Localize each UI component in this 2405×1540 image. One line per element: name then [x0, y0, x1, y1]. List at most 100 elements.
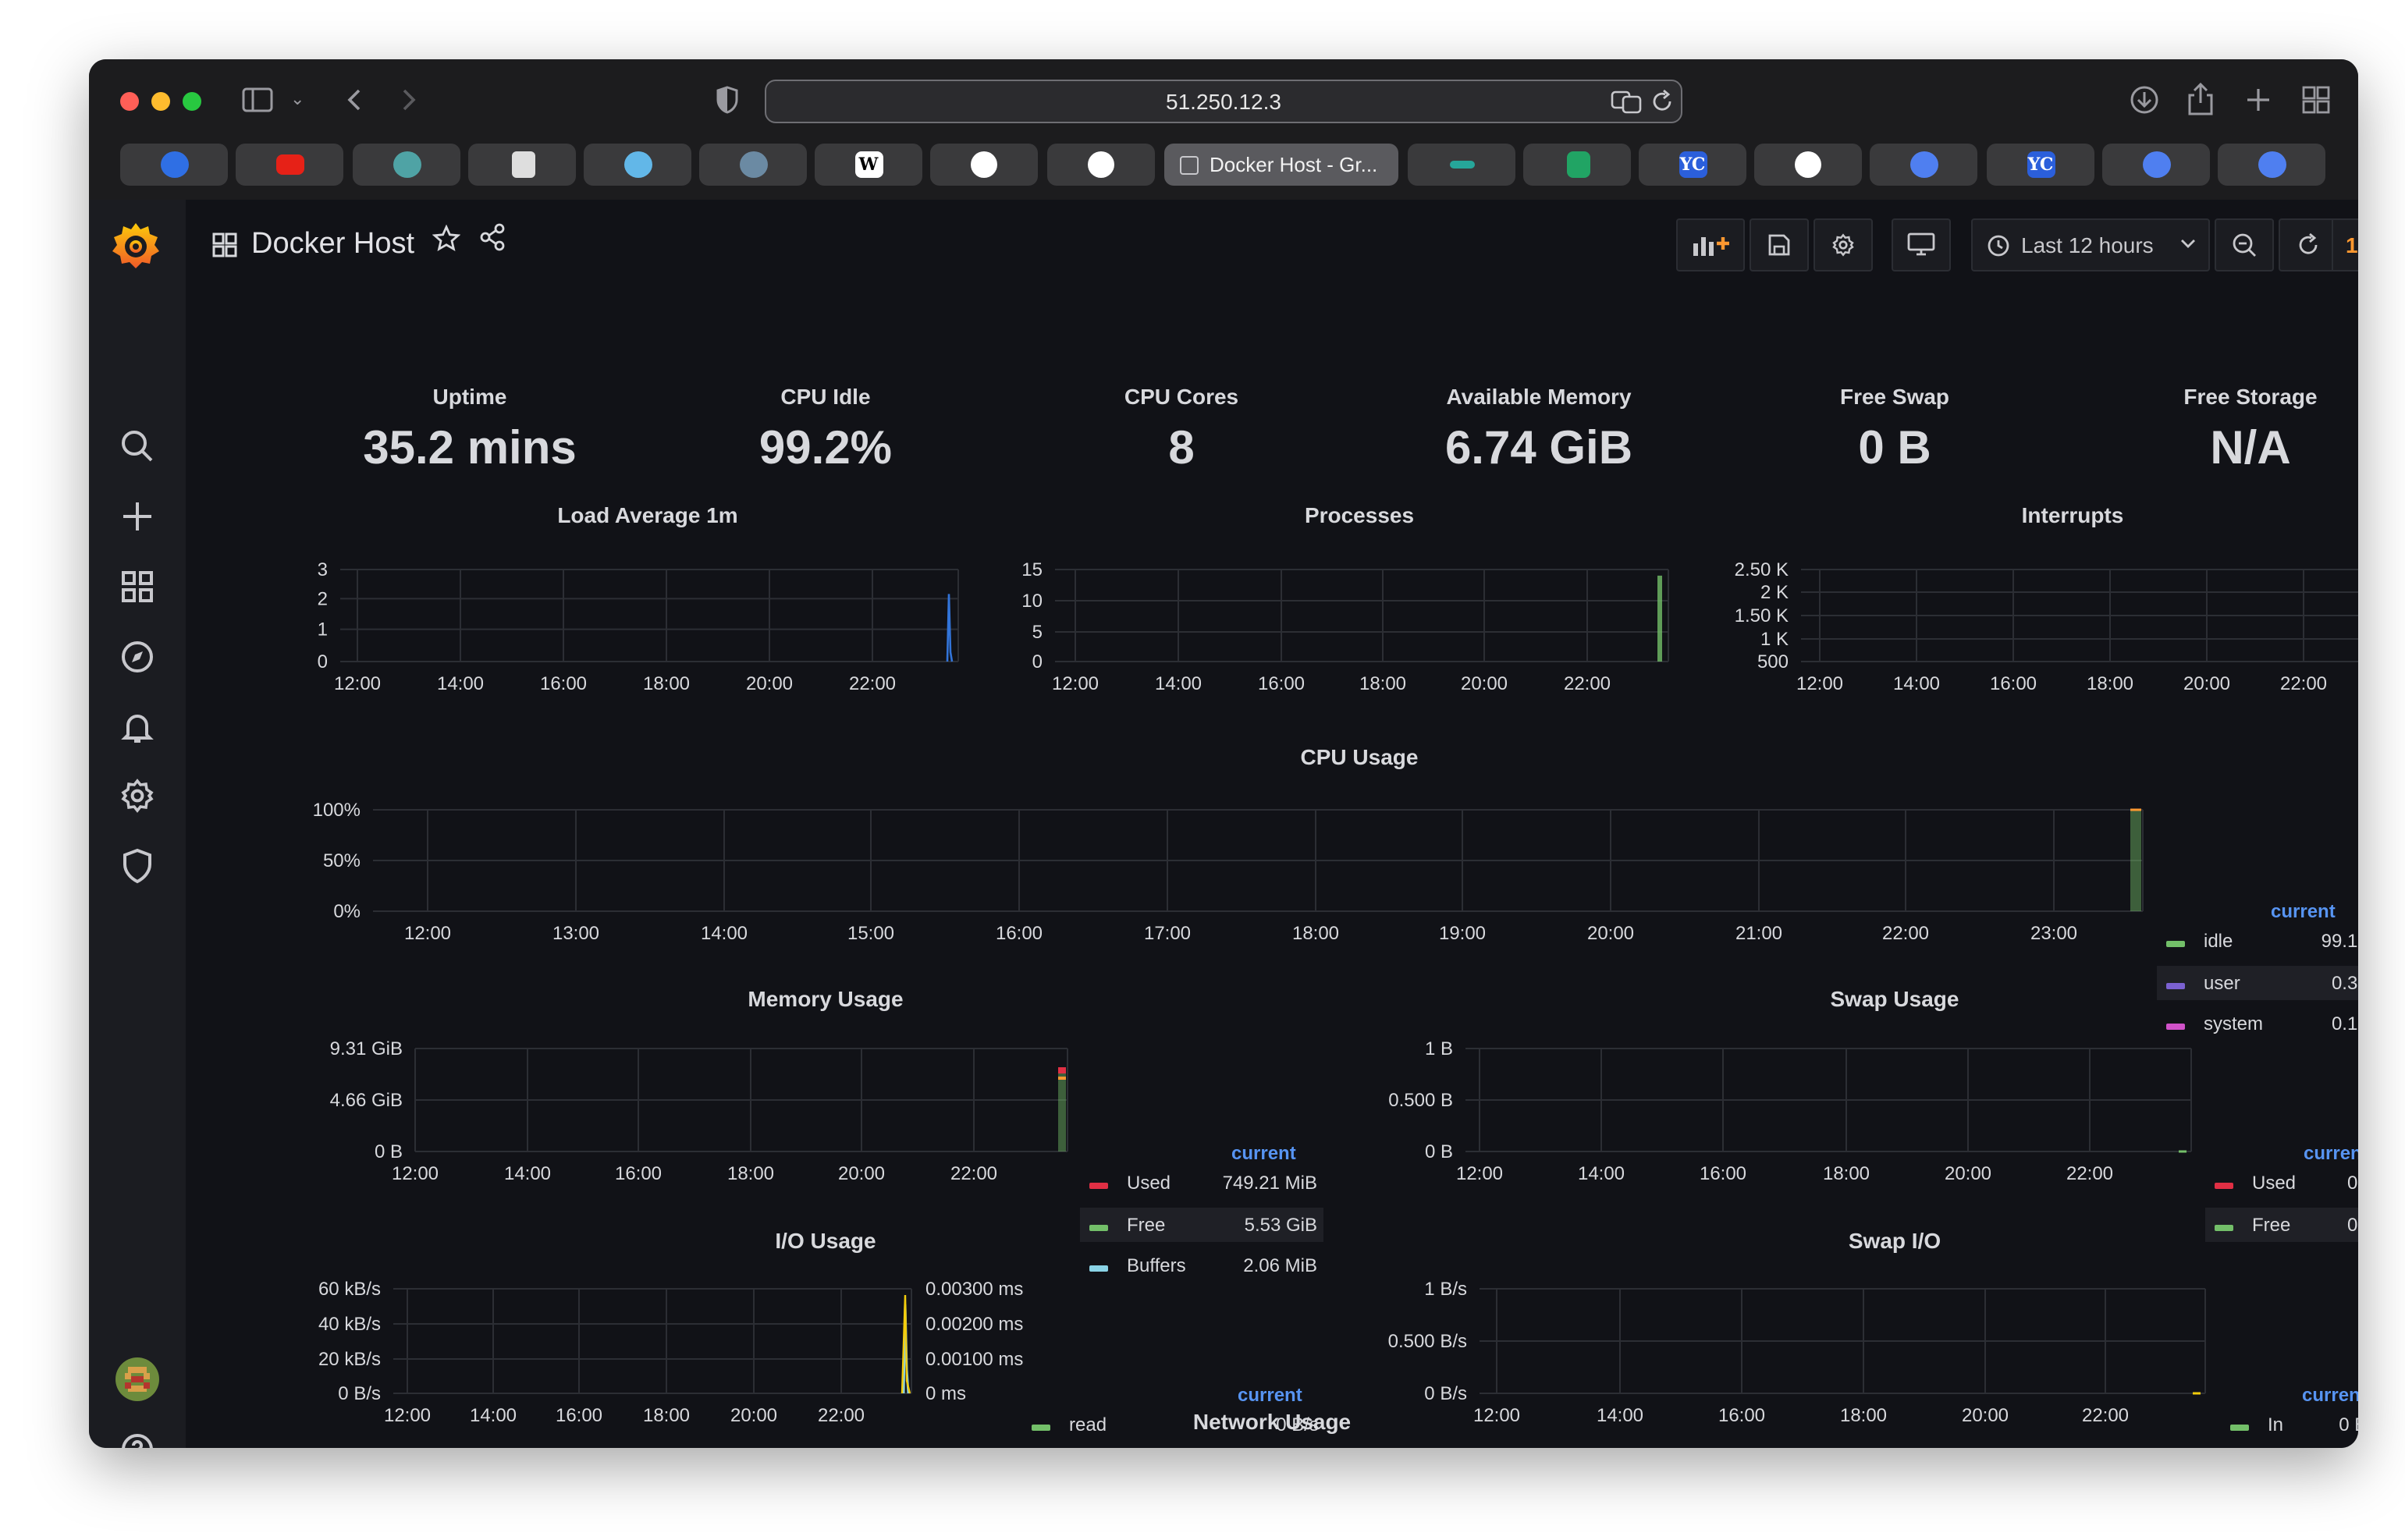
y-tick-label: 0.500 B/s	[1388, 1331, 1467, 1352]
legend-swatch	[2166, 1024, 2185, 1030]
help-icon[interactable]	[119, 1431, 156, 1448]
x-tick-label: 18:00	[1823, 1163, 1870, 1184]
legend-item-system[interactable]: system 0.18%	[2157, 1006, 2358, 1041]
chart-4: 9.31 GiB 4.66 GiB 0 B12:00 14:00 16:00 18:00 2…	[330, 1038, 1068, 1184]
y-tick-label: 0 B	[375, 1141, 403, 1162]
legend-swatch	[2166, 941, 2185, 947]
x-tick-label: 22:00	[950, 1163, 997, 1184]
dashboards-icon[interactable]	[119, 568, 156, 605]
legend-sort-current[interactable]: current	[2271, 900, 2336, 922]
network-usage-panel-title: Network Usage	[1192, 1409, 1352, 1434]
tab-title: Docker Host - Gr...	[1210, 153, 1378, 176]
legend-swatch	[1089, 1265, 1108, 1272]
legend-sort-current[interactable]: current	[1238, 1384, 1302, 1406]
new-tab-icon[interactable]	[2244, 86, 2272, 114]
x-tick-label: 12:00	[1456, 1163, 1503, 1184]
x-tick-label: 21:00	[1735, 923, 1782, 944]
reload-icon[interactable]	[1650, 89, 1675, 114]
x-tick-label: 16:00	[996, 923, 1043, 944]
browser-tab[interactable]	[1047, 144, 1155, 186]
legend-swatch	[1089, 1183, 1108, 1189]
youtube-icon	[275, 154, 304, 175]
browser-tab[interactable]	[236, 144, 343, 186]
browser-tab[interactable]	[353, 144, 460, 186]
legend-swatch	[2166, 982, 2185, 988]
chart-2: 2.50 K2 K1.50 K 1 K500 12:00 14:00 16:00 18:0…	[1735, 559, 2358, 694]
downloads-icon[interactable]	[2129, 84, 2160, 115]
series-area-free	[1058, 1067, 1066, 1151]
browser-tab[interactable]	[1754, 144, 1862, 186]
x-tick-label: 16:00	[540, 673, 587, 694]
back-icon[interactable]	[343, 87, 365, 112]
y-tick-label: 100%	[313, 800, 361, 821]
y-tick-label: 0 B	[1425, 1141, 1453, 1162]
browser-tab[interactable]	[1870, 144, 1977, 186]
legend-item-used[interactable]: Used 0 B	[2205, 1166, 2358, 1200]
wikipedia-icon: W	[854, 151, 883, 178]
plus-icon[interactable]	[119, 498, 156, 535]
zoom-window-button[interactable]	[183, 92, 201, 111]
legend-item-idle[interactable]: idle 99.18%	[2157, 924, 2358, 958]
browser-tab[interactable]: YC	[1639, 144, 1746, 186]
x-tick-label: 20:00	[1461, 673, 1508, 694]
legend-sort-current[interactable]: current	[1231, 1142, 1296, 1164]
browser-tab[interactable]	[2102, 144, 2210, 186]
legend-item-user[interactable]: user 0.35%	[2157, 965, 2358, 999]
chevron-down-icon[interactable]: ⌄	[290, 86, 304, 114]
configuration-gear-icon[interactable]	[119, 777, 156, 814]
search-icon[interactable]	[119, 428, 156, 465]
legend-series-current: 2.06 MiB	[1243, 1254, 1317, 1276]
minimize-window-button[interactable]	[151, 92, 170, 111]
alerting-bell-icon[interactable]	[119, 708, 156, 746]
x-tick-label: 12:00	[334, 673, 381, 694]
browser-tab[interactable]	[2218, 144, 2325, 186]
series-area-idle	[2130, 810, 2141, 911]
x-tick-label: 14:00	[1155, 673, 1202, 694]
y-tick-label: 50%	[323, 850, 361, 871]
browser-tab[interactable]: YC	[1987, 144, 2094, 186]
y-tick-label: 2.50 K	[1735, 559, 1789, 580]
browser-tab[interactable]: W	[815, 144, 922, 186]
compass-app-icon	[1909, 151, 1938, 178]
grafana-logo-icon[interactable]	[109, 218, 162, 271]
series-line	[1058, 1077, 1066, 1080]
legend-item-buffers[interactable]: Buffers 2.06 MiB	[1080, 1248, 1323, 1283]
compass-app-icon	[2142, 151, 2170, 178]
legend-sort-current[interactable]: current	[2304, 1142, 2358, 1164]
y2-tick-label: 0 ms	[925, 1383, 966, 1404]
browser-tab[interactable]	[1523, 144, 1631, 186]
user-avatar[interactable]	[115, 1357, 159, 1401]
share-icon[interactable]	[2187, 83, 2215, 117]
tab-overview-icon[interactable]	[2302, 86, 2330, 114]
browser-tab[interactable]	[699, 144, 807, 186]
shield-privacy-icon[interactable]	[716, 86, 738, 114]
cube-icon	[511, 151, 535, 178]
browser-tab[interactable]	[584, 144, 691, 186]
browser-tab[interactable]	[1408, 144, 1515, 186]
close-window-button[interactable]	[120, 92, 139, 111]
browser-tab[interactable]	[120, 144, 228, 186]
chart-3: 100% 50% 0% 12:00 13:00 14:00 15:00 16:00 17:00 1…	[313, 800, 2144, 944]
explore-compass-icon[interactable]	[119, 638, 156, 676]
browser-tab[interactable]	[468, 144, 576, 186]
tab-active[interactable]: Docker Host - Gr...	[1164, 144, 1398, 186]
x-tick-label: 20:00	[746, 673, 793, 694]
y-tick-label: 1	[318, 619, 328, 640]
series-area	[1657, 575, 1662, 662]
legend-item-free[interactable]: Free 0 B	[2205, 1207, 2358, 1241]
legend-sort-current[interactable]: current	[2302, 1384, 2358, 1406]
legend-item-used[interactable]: Used 749.21 MiB	[1080, 1166, 1323, 1200]
browser-tab[interactable]	[930, 144, 1038, 186]
legend-series-current: 0.35%	[2331, 971, 2358, 993]
address-bar[interactable]: 51.250.12.3	[765, 80, 1682, 123]
x-tick-label: 22:00	[1882, 923, 1929, 944]
server-admin-shield-icon[interactable]	[119, 847, 156, 885]
yandex-cloud-icon: YC	[2027, 151, 2055, 178]
translate-icon[interactable]	[1611, 89, 1642, 114]
sidebar-toggle-icon[interactable]	[242, 87, 273, 112]
legend-series-current: 99.18%	[2321, 930, 2358, 952]
legend-item-free[interactable]: Free 5.53 GiB	[1080, 1207, 1323, 1241]
x-tick-label: 14:00	[1578, 1163, 1625, 1184]
forward-icon[interactable]	[398, 87, 420, 112]
miro-icon	[393, 151, 421, 178]
